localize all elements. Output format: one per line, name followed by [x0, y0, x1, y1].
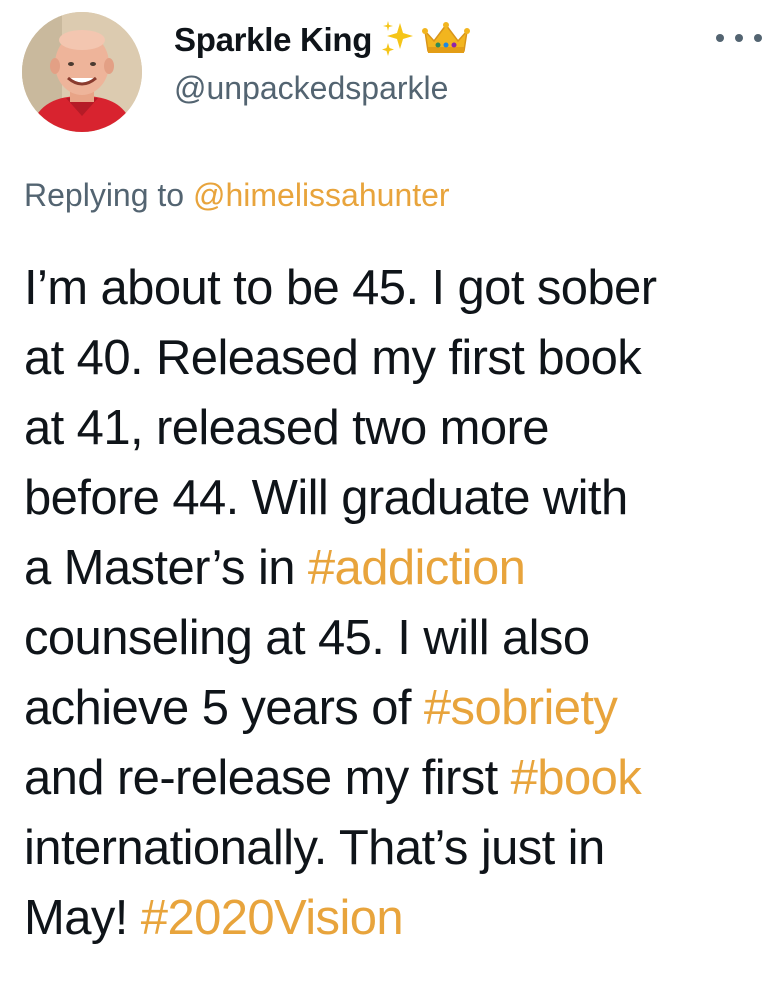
tweet-line-text: at 40. Released my first book [24, 331, 642, 385]
replying-prefix: Replying to [24, 177, 185, 213]
hashtag-sobriety-link[interactable]: #sobriety [424, 681, 618, 735]
tweet-line: achieve 5 years of #sobriety [24, 673, 774, 743]
tweet-line: I’m about to be 45. I got sober [24, 253, 774, 323]
tweet-line-text: achieve 5 years of [24, 681, 424, 735]
user-handle[interactable]: @unpackedsparkle [174, 70, 470, 107]
more-dot [716, 34, 724, 42]
avatar[interactable] [22, 12, 142, 132]
more-horizontal-icon[interactable] [716, 26, 762, 50]
hashtag-2020vision-link[interactable]: #2020Vision [141, 891, 404, 945]
tweet-card: Sparkle King @unpackedsparkle Replying t… [0, 0, 784, 986]
more-dot [735, 34, 743, 42]
tweet-text: I’m about to be 45. I got sober at 40. R… [24, 253, 774, 953]
avatar-photo [22, 12, 142, 132]
tweet-line-text: at 41, released two more [24, 401, 549, 455]
tweet-line: at 40. Released my first book [24, 323, 774, 393]
tweet-line-text: and re-release my first [24, 751, 511, 805]
hashtag-book-link[interactable]: #book [511, 751, 642, 805]
tweet-line-text: a Master’s in [24, 541, 308, 595]
tweet-line-text: before 44. Will graduate with [24, 471, 628, 525]
tweet-line: and re-release my first #book [24, 743, 774, 813]
crown-icon [422, 21, 471, 60]
user-info: Sparkle King @unpackedsparkle [174, 16, 471, 107]
tweet-line-text: internationally. That’s just in [24, 821, 605, 875]
tweet-line-text: May! [24, 891, 141, 945]
tweet-line: a Master’s in #addiction [24, 533, 774, 603]
more-dot [754, 34, 762, 42]
tweet-line: counseling at 45. I will also [24, 603, 774, 673]
tweet-line: before 44. Will graduate with [24, 463, 774, 533]
reply-mention-link[interactable]: @himelissahunter [193, 177, 450, 213]
tweet-header: Sparkle King @unpackedsparkle [0, 0, 784, 140]
tweet-line-text: counseling at 45. I will also [24, 611, 590, 665]
tweet-line: at 41, released two more [24, 393, 774, 463]
tweet-line-text: I’m about to be 45. I got sober [24, 261, 657, 315]
display-name[interactable]: Sparkle King [174, 21, 372, 59]
hashtag-addiction-link[interactable]: #addiction [308, 541, 526, 595]
display-name-row: Sparkle King [174, 16, 471, 64]
sparkles-icon [380, 19, 414, 62]
tweet-line: internationally. That’s just in [24, 813, 774, 883]
tweet-line: May! #2020Vision [24, 883, 774, 953]
replying-to: Replying to @himelissahunter [24, 177, 450, 214]
